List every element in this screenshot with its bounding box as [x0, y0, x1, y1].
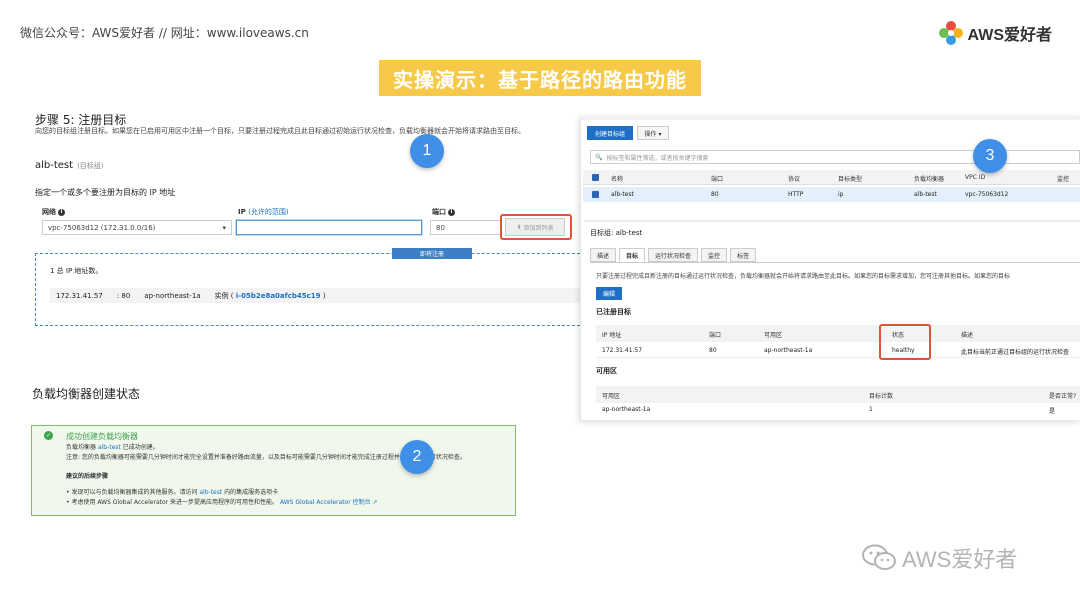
callout-2: 2: [400, 440, 434, 474]
col-name: 名称: [611, 176, 624, 183]
network-label: 网络 i: [42, 207, 65, 217]
success-line-1: 负载均衡器 alb-test 已成功创建。: [66, 444, 159, 451]
panel-divider[interactable]: [583, 220, 1080, 222]
detail-target-group-label: 目标组: alb-test: [590, 229, 643, 237]
pending-port: : 80: [116, 291, 131, 300]
status-highlight-box: [879, 324, 931, 360]
target-group-name: alb-test: [35, 160, 74, 171]
tab-tags[interactable]: 标签: [730, 248, 757, 262]
next-step-2: • 考虑使用 AWS Global Accelerator 来进一步提高应用程序…: [66, 499, 378, 506]
registered-table-header: IP 地址 端口 可用区 状态 描述: [596, 325, 1080, 342]
col-load-balancer: 负载均衡器: [914, 176, 945, 183]
brand-logo: AWS爱好者: [938, 20, 1052, 46]
pending-instance: 实例 ( i-05b2e8a0afcb45c19 ): [214, 291, 326, 300]
tab-monitoring[interactable]: 监控: [701, 248, 728, 262]
ip-input[interactable]: [236, 220, 422, 235]
target-group-heading: alb-test (目标组): [35, 160, 104, 171]
slide-title-banner: 实操演示：基于路径的路由功能: [379, 60, 701, 96]
success-title: 成功创建负载均衡器: [66, 432, 138, 441]
lb-status-title: 负载均衡器创建状态: [32, 387, 141, 401]
tab-underline: [590, 262, 1080, 263]
external-link-icon: ↗: [372, 499, 378, 506]
row-checkbox[interactable]: [592, 191, 599, 198]
col-protocol: 协议: [788, 176, 801, 183]
check-icon: ✓: [44, 431, 53, 440]
col-monitoring: 监控: [1057, 176, 1070, 183]
availability-zones-title: 可用区: [596, 367, 617, 375]
watermark: AWS爱好者: [862, 542, 1017, 574]
az-table-header: 可用区 目标计数 是否正常?: [596, 386, 1080, 403]
total-ip-count: 1 总 IP 地址数。: [50, 267, 103, 275]
network-select[interactable]: vpc-75063d12 (172.31.0.0/16) ▾: [42, 220, 232, 235]
info-icon[interactable]: i: [448, 208, 455, 216]
pending-panel-border: [35, 253, 36, 326]
console-top-bar: [580, 116, 1080, 120]
success-note: 注意: 您的负载均衡器可能需要几分钟时间才能完全设置并准备好路由流量，以及目标可…: [66, 454, 466, 461]
tab-description[interactable]: 描述: [590, 248, 617, 262]
tab-health-checks[interactable]: 运行状况检查: [648, 248, 699, 262]
port-label: 端口 i: [432, 207, 455, 217]
target-group-table-header: 名称 端口 协议 目标类型 负载均衡器 VPC ID 监控: [583, 170, 1080, 185]
global-accelerator-link[interactable]: AWS Global Accelerator 控制台: [280, 499, 371, 506]
search-icon: 🔍: [595, 153, 603, 161]
flower-logo-icon: [938, 21, 963, 45]
callout-3: 3: [973, 139, 1007, 173]
info-icon[interactable]: i: [58, 208, 65, 216]
table-row: ap-northeast-1a 1 是: [602, 406, 1056, 415]
port-input[interactable]: 80: [430, 220, 502, 235]
table-row[interactable]: 172.31.41.57 80 ap-northeast-1a healthy …: [596, 343, 1080, 358]
wechat-icon: [862, 544, 896, 570]
next-step-1: • 发现可以与负载均衡器集成的其他服务。请访问 alb-test 内的集成服务选…: [66, 489, 279, 496]
integration-link[interactable]: alb-test: [199, 489, 222, 496]
target-group-sub: (目标组): [77, 162, 104, 170]
registered-targets-title: 已注册目标: [596, 308, 631, 316]
next-steps-heading: 建议的后续步骤: [66, 473, 109, 480]
logo-text: AWS爱好者: [967, 27, 1052, 44]
pending-register-tab[interactable]: 即将注册: [392, 248, 472, 259]
detail-tabs: 描述 目标 运行状况检查 监控 标签: [590, 248, 757, 262]
pending-ip: 172.31.41.57: [56, 291, 103, 300]
tab-targets[interactable]: 目标: [619, 248, 646, 262]
create-target-group-button[interactable]: 创建目标组: [587, 126, 633, 140]
ip-label: IP (允许的范围): [238, 208, 289, 216]
header-source-text: 微信公众号：AWS爱好者 // 网址：www.iloveaws.cn: [20, 26, 309, 40]
table-row[interactable]: alb-test 80 HTTP ip alb-test vpc-75063d1…: [583, 187, 1080, 202]
col-vpc-id: VPC ID: [965, 174, 986, 181]
pending-az: ap-northeast-1a: [144, 291, 201, 300]
step-description: 向您的目标组注册目标。如果您在已启用可用区中注册一个目标，只要注册过程完成且此目…: [35, 127, 525, 135]
targets-description: 只要注册过程完成且新注册的目标通过运行状况检查，负载均衡器就会开始将请求路由至此…: [596, 273, 1011, 280]
col-target-type: 目标类型: [838, 176, 863, 183]
actions-dropdown[interactable]: 操作 ▾: [637, 126, 669, 140]
pending-target-row: 172.31.41.57 : 80 ap-northeast-1a 实例 ( i…: [50, 288, 580, 303]
instance-id-link[interactable]: i-05b2e8a0afcb45c19: [236, 292, 321, 300]
col-port: 端口: [711, 176, 724, 183]
allowed-range-link[interactable]: (允许的范围): [248, 208, 288, 216]
callout-1: 1: [410, 134, 444, 168]
select-all-checkbox[interactable]: [592, 174, 599, 181]
watermark-text: AWS爱好者: [902, 547, 1018, 572]
specify-ip-label: 指定一个或多个要注册为目标的 IP 地址: [35, 188, 176, 197]
highlight-box: [500, 214, 572, 240]
dropdown-arrow-icon: ▾: [222, 223, 226, 232]
edit-button[interactable]: 编辑: [596, 287, 622, 300]
lb-link[interactable]: alb-test: [98, 444, 121, 451]
